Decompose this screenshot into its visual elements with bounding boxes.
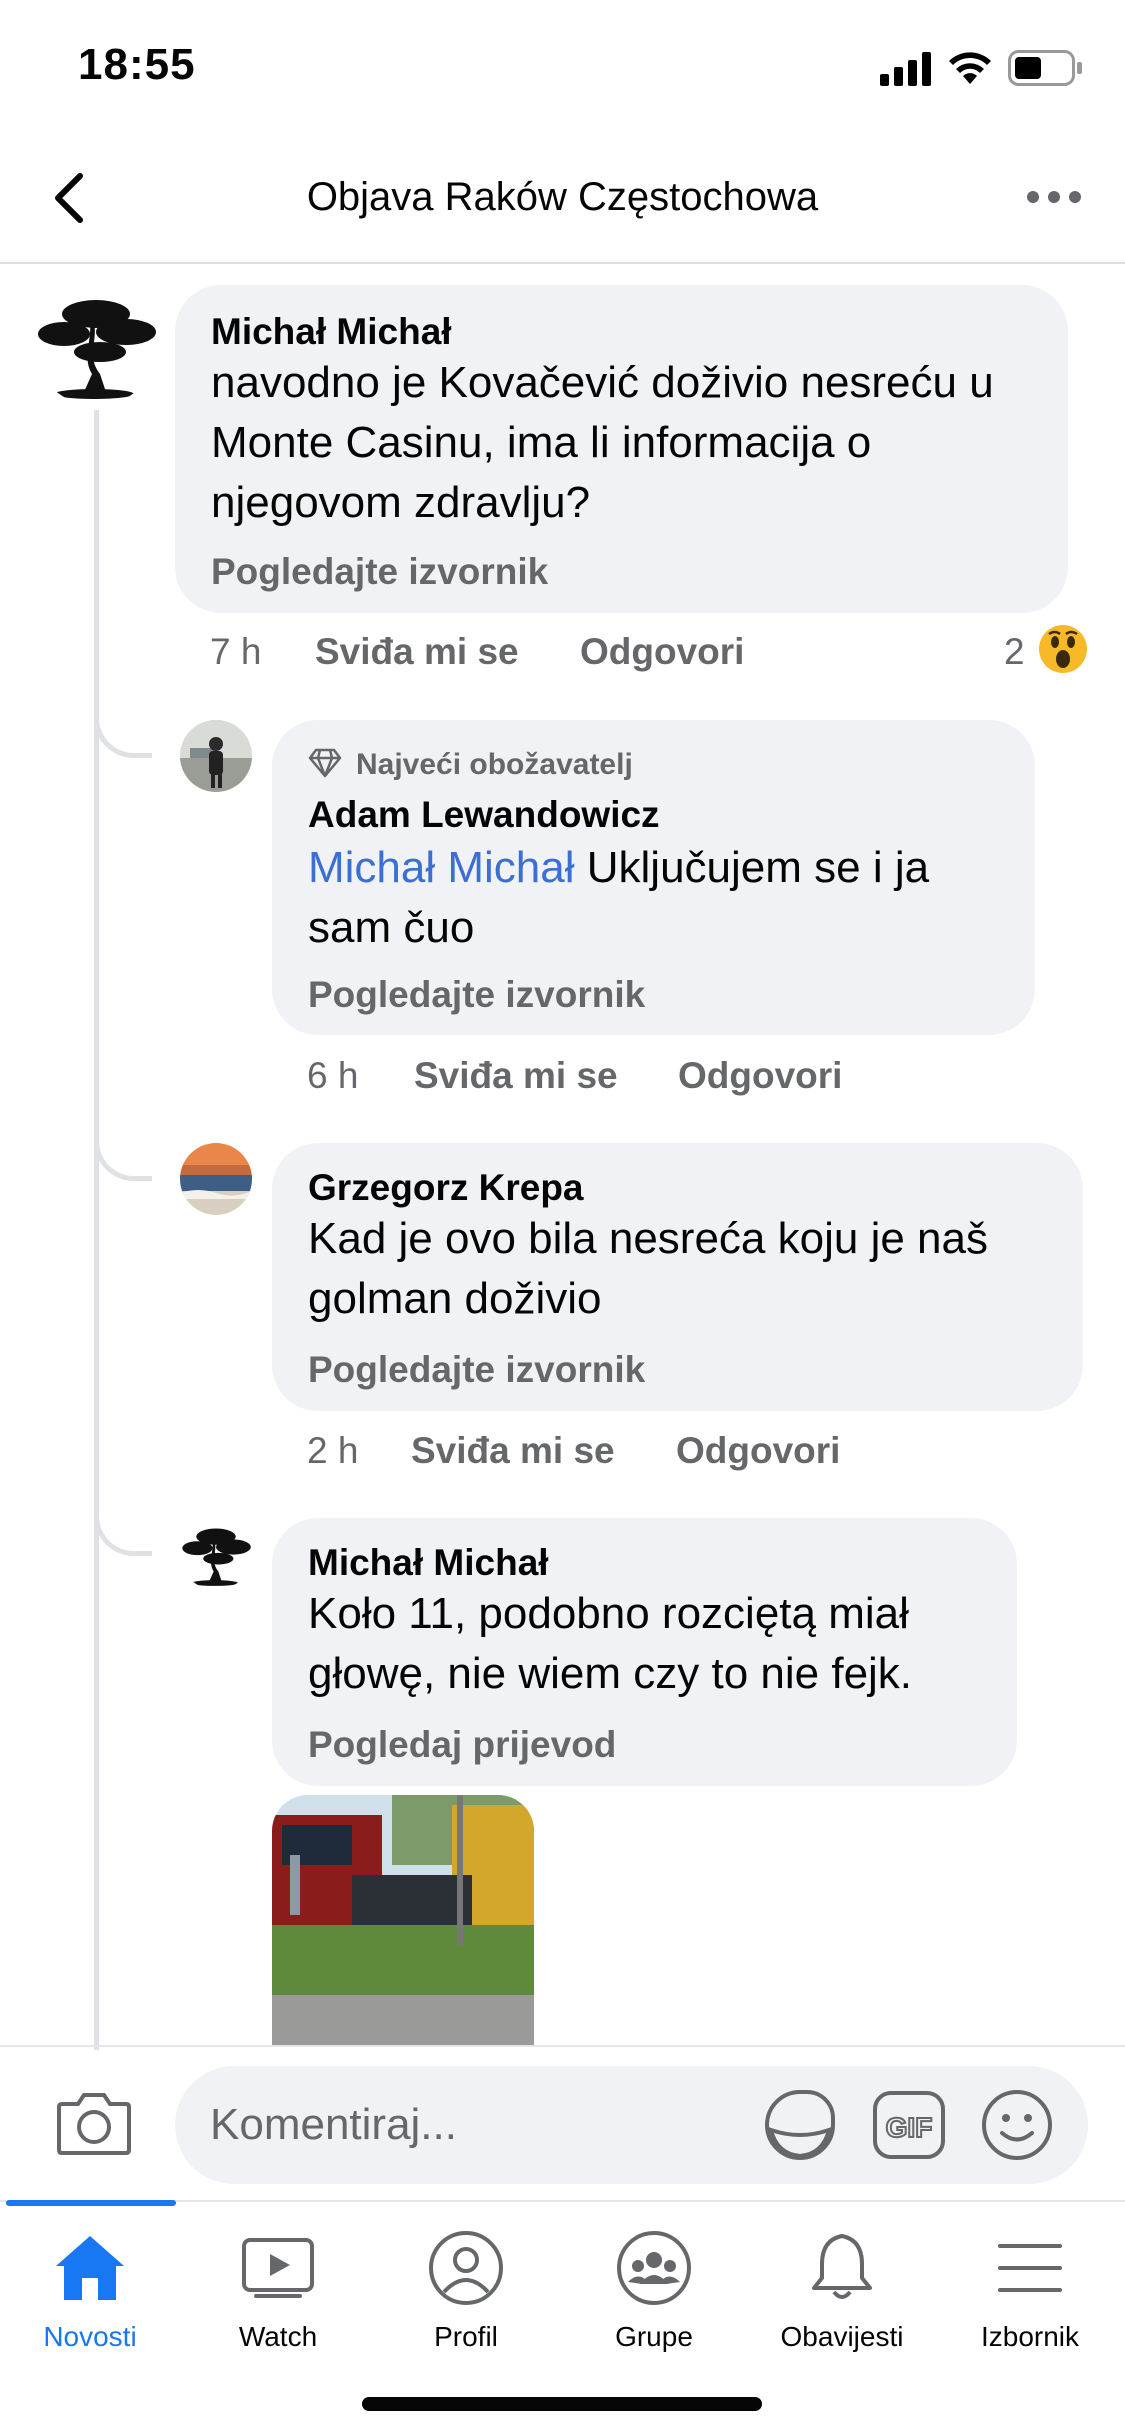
tab-watch[interactable]: Watch xyxy=(188,2230,368,2353)
smiley-icon xyxy=(982,2090,1052,2160)
svg-text:GIF: GIF xyxy=(886,2112,933,2143)
reply-bubble[interactable]: Grzegorz Krepa Kad je ovo bila nesreća k… xyxy=(272,1143,1083,1411)
comment-text: navodno je Kovačević doživio nesreću u M… xyxy=(211,358,994,527)
tab-label: Watch xyxy=(238,2321,318,2352)
comment-author[interactable]: Michał Michał xyxy=(308,1542,549,1584)
like-button[interactable]: Sviđa mi se xyxy=(411,1430,615,1472)
tab-izbornik[interactable]: Izbornik xyxy=(940,2230,1120,2353)
comment-input-placeholder: Komentiraj... xyxy=(210,2100,457,2149)
tab-profil[interactable]: Profil xyxy=(376,2230,556,2353)
profile-icon xyxy=(429,2231,503,2305)
sticker-button[interactable] xyxy=(763,2088,837,2167)
tab-label: Novosti xyxy=(43,2321,137,2352)
thread-branch xyxy=(94,1506,152,1556)
battery-icon xyxy=(1008,50,1084,91)
comment-time: 6 h xyxy=(307,1055,359,1096)
groups-icon xyxy=(617,2231,691,2305)
bonsai-tree-avatar-icon xyxy=(38,300,156,399)
tab-label: Obavijesti xyxy=(780,2321,904,2352)
reaction-count[interactable]: 2 xyxy=(1004,631,1025,673)
gif-button[interactable]: GIF xyxy=(872,2090,946,2165)
avatar[interactable] xyxy=(180,720,252,792)
like-button[interactable]: Sviđa mi se xyxy=(315,631,519,673)
see-translation-link[interactable]: Pogledaj prijevod xyxy=(308,1724,616,1766)
home-icon xyxy=(56,2236,124,2300)
comment-time: 2 h xyxy=(307,1430,359,1471)
sunset-sea-avatar-icon xyxy=(180,1143,252,1215)
sticker-icon xyxy=(765,2090,835,2160)
comment-text: Kad je ovo bila nesreća koju je naš golm… xyxy=(308,1214,988,1323)
avatar[interactable] xyxy=(34,282,158,406)
accident-photo-image xyxy=(272,1795,534,2045)
reply-button[interactable]: Odgovori xyxy=(676,1430,840,1472)
person-photo-avatar-icon xyxy=(180,720,252,792)
more-dots-icon xyxy=(1027,191,1081,203)
thread-line xyxy=(94,410,99,2050)
see-original-link[interactable]: Pogledajte izvornik xyxy=(308,974,645,1016)
emoji-button[interactable] xyxy=(980,2088,1054,2167)
comment-text: Michał Michał Uključujem se i ja sam čuo xyxy=(308,843,930,952)
tab-novosti[interactable]: Novosti xyxy=(0,2230,180,2353)
like-button[interactable]: Sviđa mi se xyxy=(414,1055,618,1097)
header-divider xyxy=(0,262,1125,264)
diamond-icon xyxy=(308,748,342,783)
reply-button[interactable]: Odgovori xyxy=(580,631,744,673)
wow-emoji-icon[interactable] xyxy=(1038,624,1088,679)
menu-icon xyxy=(998,2244,1062,2292)
comment-author[interactable]: Grzegorz Krepa xyxy=(308,1167,584,1209)
reply-bubble[interactable]: Michał Michał Koło 11, podobno rozciętą … xyxy=(272,1518,1017,1786)
gif-icon: GIF xyxy=(873,2091,945,2159)
thread-branch xyxy=(94,708,152,758)
tab-label: Grupe xyxy=(615,2321,693,2352)
see-original-link[interactable]: Pogledajte izvornik xyxy=(308,1349,645,1391)
composer-divider xyxy=(0,2045,1125,2047)
see-original-link[interactable]: Pogledajte izvornik xyxy=(211,551,548,593)
camera-icon xyxy=(57,2093,131,2155)
signal-icon xyxy=(880,52,936,91)
page-title: Objava Raków Częstochowa xyxy=(306,175,819,219)
avatar[interactable] xyxy=(180,1518,252,1590)
bonsai-tree-avatar-icon xyxy=(182,1528,251,1586)
thread-branch xyxy=(94,1131,152,1181)
reply-button[interactable]: Odgovori xyxy=(678,1055,842,1097)
comment-text: Koło 11, podobno rozciętą miał głowę, ni… xyxy=(308,1589,913,1698)
tab-obavijesti[interactable]: Obavijesti xyxy=(752,2230,932,2353)
more-options-button[interactable] xyxy=(1025,182,1085,212)
attached-photo[interactable] xyxy=(272,1795,534,2045)
comment-author[interactable]: Michał Michał xyxy=(211,311,452,353)
camera-button[interactable] xyxy=(56,2090,132,2161)
top-fan-badge: Najveći obožavatelj xyxy=(356,748,633,781)
tab-grupe[interactable]: Grupe xyxy=(564,2230,744,2353)
comment-time: 7 h xyxy=(210,631,262,672)
comment-bubble[interactable]: Michał Michał navodno je Kovačević doživ… xyxy=(175,285,1068,613)
reply-bubble[interactable]: Najveći obožavatelj Adam Lewandowicz Mic… xyxy=(272,720,1035,1035)
avatar[interactable] xyxy=(180,1143,252,1215)
status-time: 18:55 xyxy=(78,40,196,89)
bell-icon xyxy=(812,2234,872,2299)
comment-author[interactable]: Adam Lewandowicz xyxy=(308,794,660,836)
tab-label: Izbornik xyxy=(980,2321,1080,2352)
wifi-icon xyxy=(948,50,992,89)
active-tab-indicator xyxy=(6,2200,176,2206)
watch-icon xyxy=(242,2238,314,2298)
mention-link[interactable]: Michał Michał xyxy=(308,843,575,892)
tab-label: Profil xyxy=(434,2321,498,2352)
home-indicator xyxy=(362,2397,762,2411)
